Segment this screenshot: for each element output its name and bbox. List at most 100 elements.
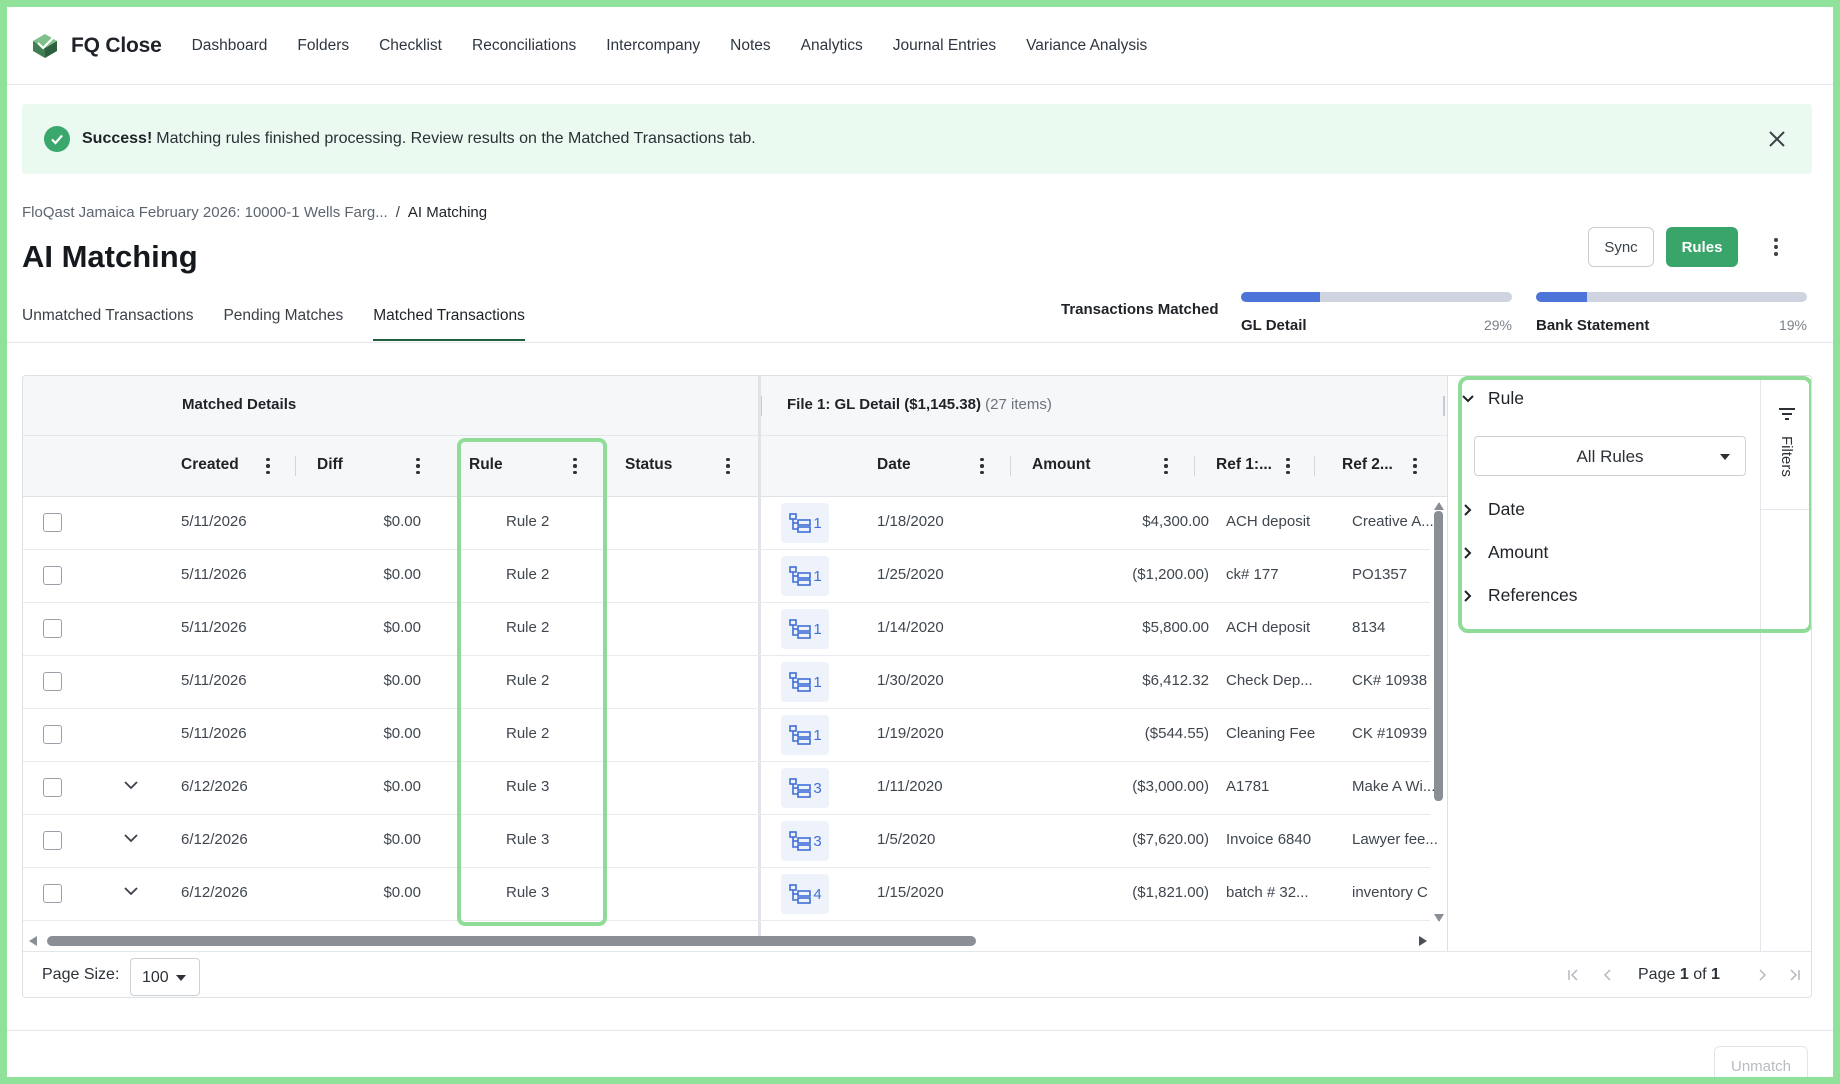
table-row[interactable]: 6/12/2026 $0.00 Rule 3 3 1/11/2020 ($3,000.00… [23, 762, 1435, 815]
cell-diff: $0.00 [383, 884, 421, 901]
match-group-badge[interactable]: 1 [781, 556, 829, 596]
match-group-badge[interactable]: 3 [781, 768, 829, 808]
table-row[interactable]: 5/11/2026 $0.00 Rule 2 1 1/18/2020 $4,300.00 A… [23, 497, 1434, 550]
cell-date: 1/5/2020 [877, 831, 936, 848]
group-separator-right [1443, 396, 1445, 416]
caret-down-icon [176, 975, 186, 981]
status-menu-icon[interactable] [723, 454, 733, 478]
scroll-down-icon[interactable] [1434, 914, 1444, 922]
table-row[interactable]: 5/11/2026 $0.00 Rule 2 1 1/14/2020 $5,800.00 A… [23, 603, 1430, 656]
more-options-icon[interactable] [1764, 231, 1788, 263]
rule-menu-icon[interactable] [570, 454, 580, 478]
amount-menu-icon[interactable] [1161, 454, 1171, 478]
header-date[interactable]: Date [877, 456, 911, 474]
rule-select-dropdown[interactable]: All Rules [1474, 436, 1746, 476]
tab-pending-matches[interactable]: Pending Matches [223, 307, 343, 341]
match-group-badge[interactable]: 4 [781, 874, 829, 914]
page-prefix: Page [1638, 966, 1676, 983]
table-row[interactable]: 5/11/2026 $0.00 Rule 2 1 1/19/2020 ($544.55) C… [23, 709, 1430, 762]
ref2-menu-icon[interactable] [1410, 454, 1420, 478]
header-separator [1010, 456, 1011, 476]
nav-dashboard[interactable]: Dashboard [192, 37, 268, 55]
header-ref1[interactable]: Ref 1:... [1216, 456, 1272, 474]
header-ref2[interactable]: Ref 2... [1342, 456, 1393, 474]
cell-ref1: ACH deposit [1226, 513, 1311, 530]
cell-ref2: Lawyer fee... [1352, 831, 1438, 848]
match-group-badge[interactable]: 1 [781, 715, 829, 755]
match-group-badge[interactable]: 3 [781, 821, 829, 861]
cell-amount: ($7,620.00) [1132, 831, 1209, 848]
match-group-badge[interactable]: 1 [781, 503, 829, 543]
unmatch-button[interactable]: Unmatch [1714, 1046, 1808, 1077]
cell-amount: $4,300.00 [1142, 513, 1209, 530]
nav-analytics[interactable]: Analytics [801, 37, 863, 55]
cell-diff: $0.00 [383, 725, 421, 742]
row-checkbox[interactable] [43, 725, 62, 744]
header-amount[interactable]: Amount [1032, 456, 1091, 474]
header-status[interactable]: Status [625, 456, 672, 474]
cell-date: 1/19/2020 [877, 725, 944, 742]
tab-unmatched-transactions[interactable]: Unmatched Transactions [22, 307, 193, 341]
page-size-select[interactable]: 100 [130, 958, 200, 996]
filter-date-section[interactable]: Date [1460, 499, 1525, 520]
diff-menu-icon[interactable] [413, 454, 423, 478]
row-checkbox[interactable] [43, 619, 62, 638]
rules-button[interactable]: Rules [1666, 227, 1738, 267]
close-icon[interactable] [1766, 128, 1788, 150]
breadcrumb-current: AI Matching [407, 204, 488, 221]
row-checkbox[interactable] [43, 672, 62, 691]
row-checkbox[interactable] [43, 831, 62, 850]
nav-notes[interactable]: Notes [730, 37, 771, 55]
last-page-icon[interactable] [1785, 966, 1803, 984]
horizontal-scroll-thumb[interactable] [47, 936, 976, 946]
header-created[interactable]: Created [181, 456, 239, 474]
match-count: 1 [813, 673, 822, 691]
scroll-up-icon[interactable] [1434, 502, 1444, 510]
nav-intercompany[interactable]: Intercompany [606, 37, 700, 55]
header-separator [603, 456, 604, 476]
cell-rule: Rule 2 [506, 513, 550, 530]
cell-rule: Rule 2 [506, 672, 550, 689]
table-row[interactable]: 6/12/2026 $0.00 Rule 3 3 1/5/2020 ($7,620.00)… [23, 815, 1438, 868]
table-row[interactable]: 6/12/2026 $0.00 Rule 3 4 1/15/2020 ($1,821.00… [23, 868, 1430, 921]
table-row[interactable]: 5/11/2026 $0.00 Rule 2 1 1/30/2020 $6,412.32 C… [23, 656, 1430, 709]
row-checkbox[interactable] [43, 778, 62, 797]
gl-detail-progress-bar [1241, 292, 1512, 302]
sync-button[interactable]: Sync [1588, 227, 1654, 267]
header-diff[interactable]: Diff [317, 456, 343, 474]
tab-matched-transactions[interactable]: Matched Transactions [373, 307, 525, 341]
filter-references-section[interactable]: References [1460, 585, 1578, 606]
nav-variance-analysis[interactable]: Variance Analysis [1026, 37, 1147, 55]
nav-folders[interactable]: Folders [297, 37, 349, 55]
chevron-down-icon[interactable] [122, 829, 140, 847]
date-menu-icon[interactable] [977, 454, 987, 478]
row-checkbox[interactable] [43, 513, 62, 532]
row-checkbox[interactable] [43, 884, 62, 903]
scroll-right-icon[interactable] [1419, 936, 1427, 946]
vertical-scroll-thumb[interactable] [1434, 511, 1443, 801]
nav-reconciliations[interactable]: Reconciliations [472, 37, 576, 55]
match-group-badge[interactable]: 1 [781, 662, 829, 702]
first-page-icon[interactable] [1565, 966, 1583, 984]
scroll-left-icon[interactable] [29, 936, 37, 946]
filters-tab-button[interactable]: Filters [1761, 376, 1811, 510]
chevron-down-icon[interactable] [122, 776, 140, 794]
filter-amount-section[interactable]: Amount [1460, 542, 1548, 563]
nav-journal-entries[interactable]: Journal Entries [893, 37, 996, 55]
breadcrumb-parent[interactable]: FloQast Jamaica February 2026: 10000-1 W… [22, 204, 388, 221]
created-menu-icon[interactable] [263, 454, 273, 478]
table-row[interactable]: 5/11/2026 $0.00 Rule 2 1 1/25/2020 ($1,200.00… [23, 550, 1430, 603]
filter-rule-section[interactable]: Rule [1460, 388, 1524, 409]
app-logo[interactable]: FQ Close [31, 32, 162, 60]
header-separator [1314, 456, 1315, 476]
cell-amount: $5,800.00 [1142, 619, 1209, 636]
chevron-down-icon[interactable] [122, 882, 140, 900]
header-rule[interactable]: Rule [469, 456, 503, 474]
previous-page-icon[interactable] [1599, 966, 1617, 984]
row-checkbox[interactable] [43, 566, 62, 585]
nav-checklist[interactable]: Checklist [379, 37, 442, 55]
match-group-badge[interactable]: 1 [781, 609, 829, 649]
next-page-icon[interactable] [1753, 966, 1771, 984]
ref1-menu-icon[interactable] [1283, 454, 1293, 478]
cell-ref1: Cleaning Fee [1226, 725, 1316, 742]
